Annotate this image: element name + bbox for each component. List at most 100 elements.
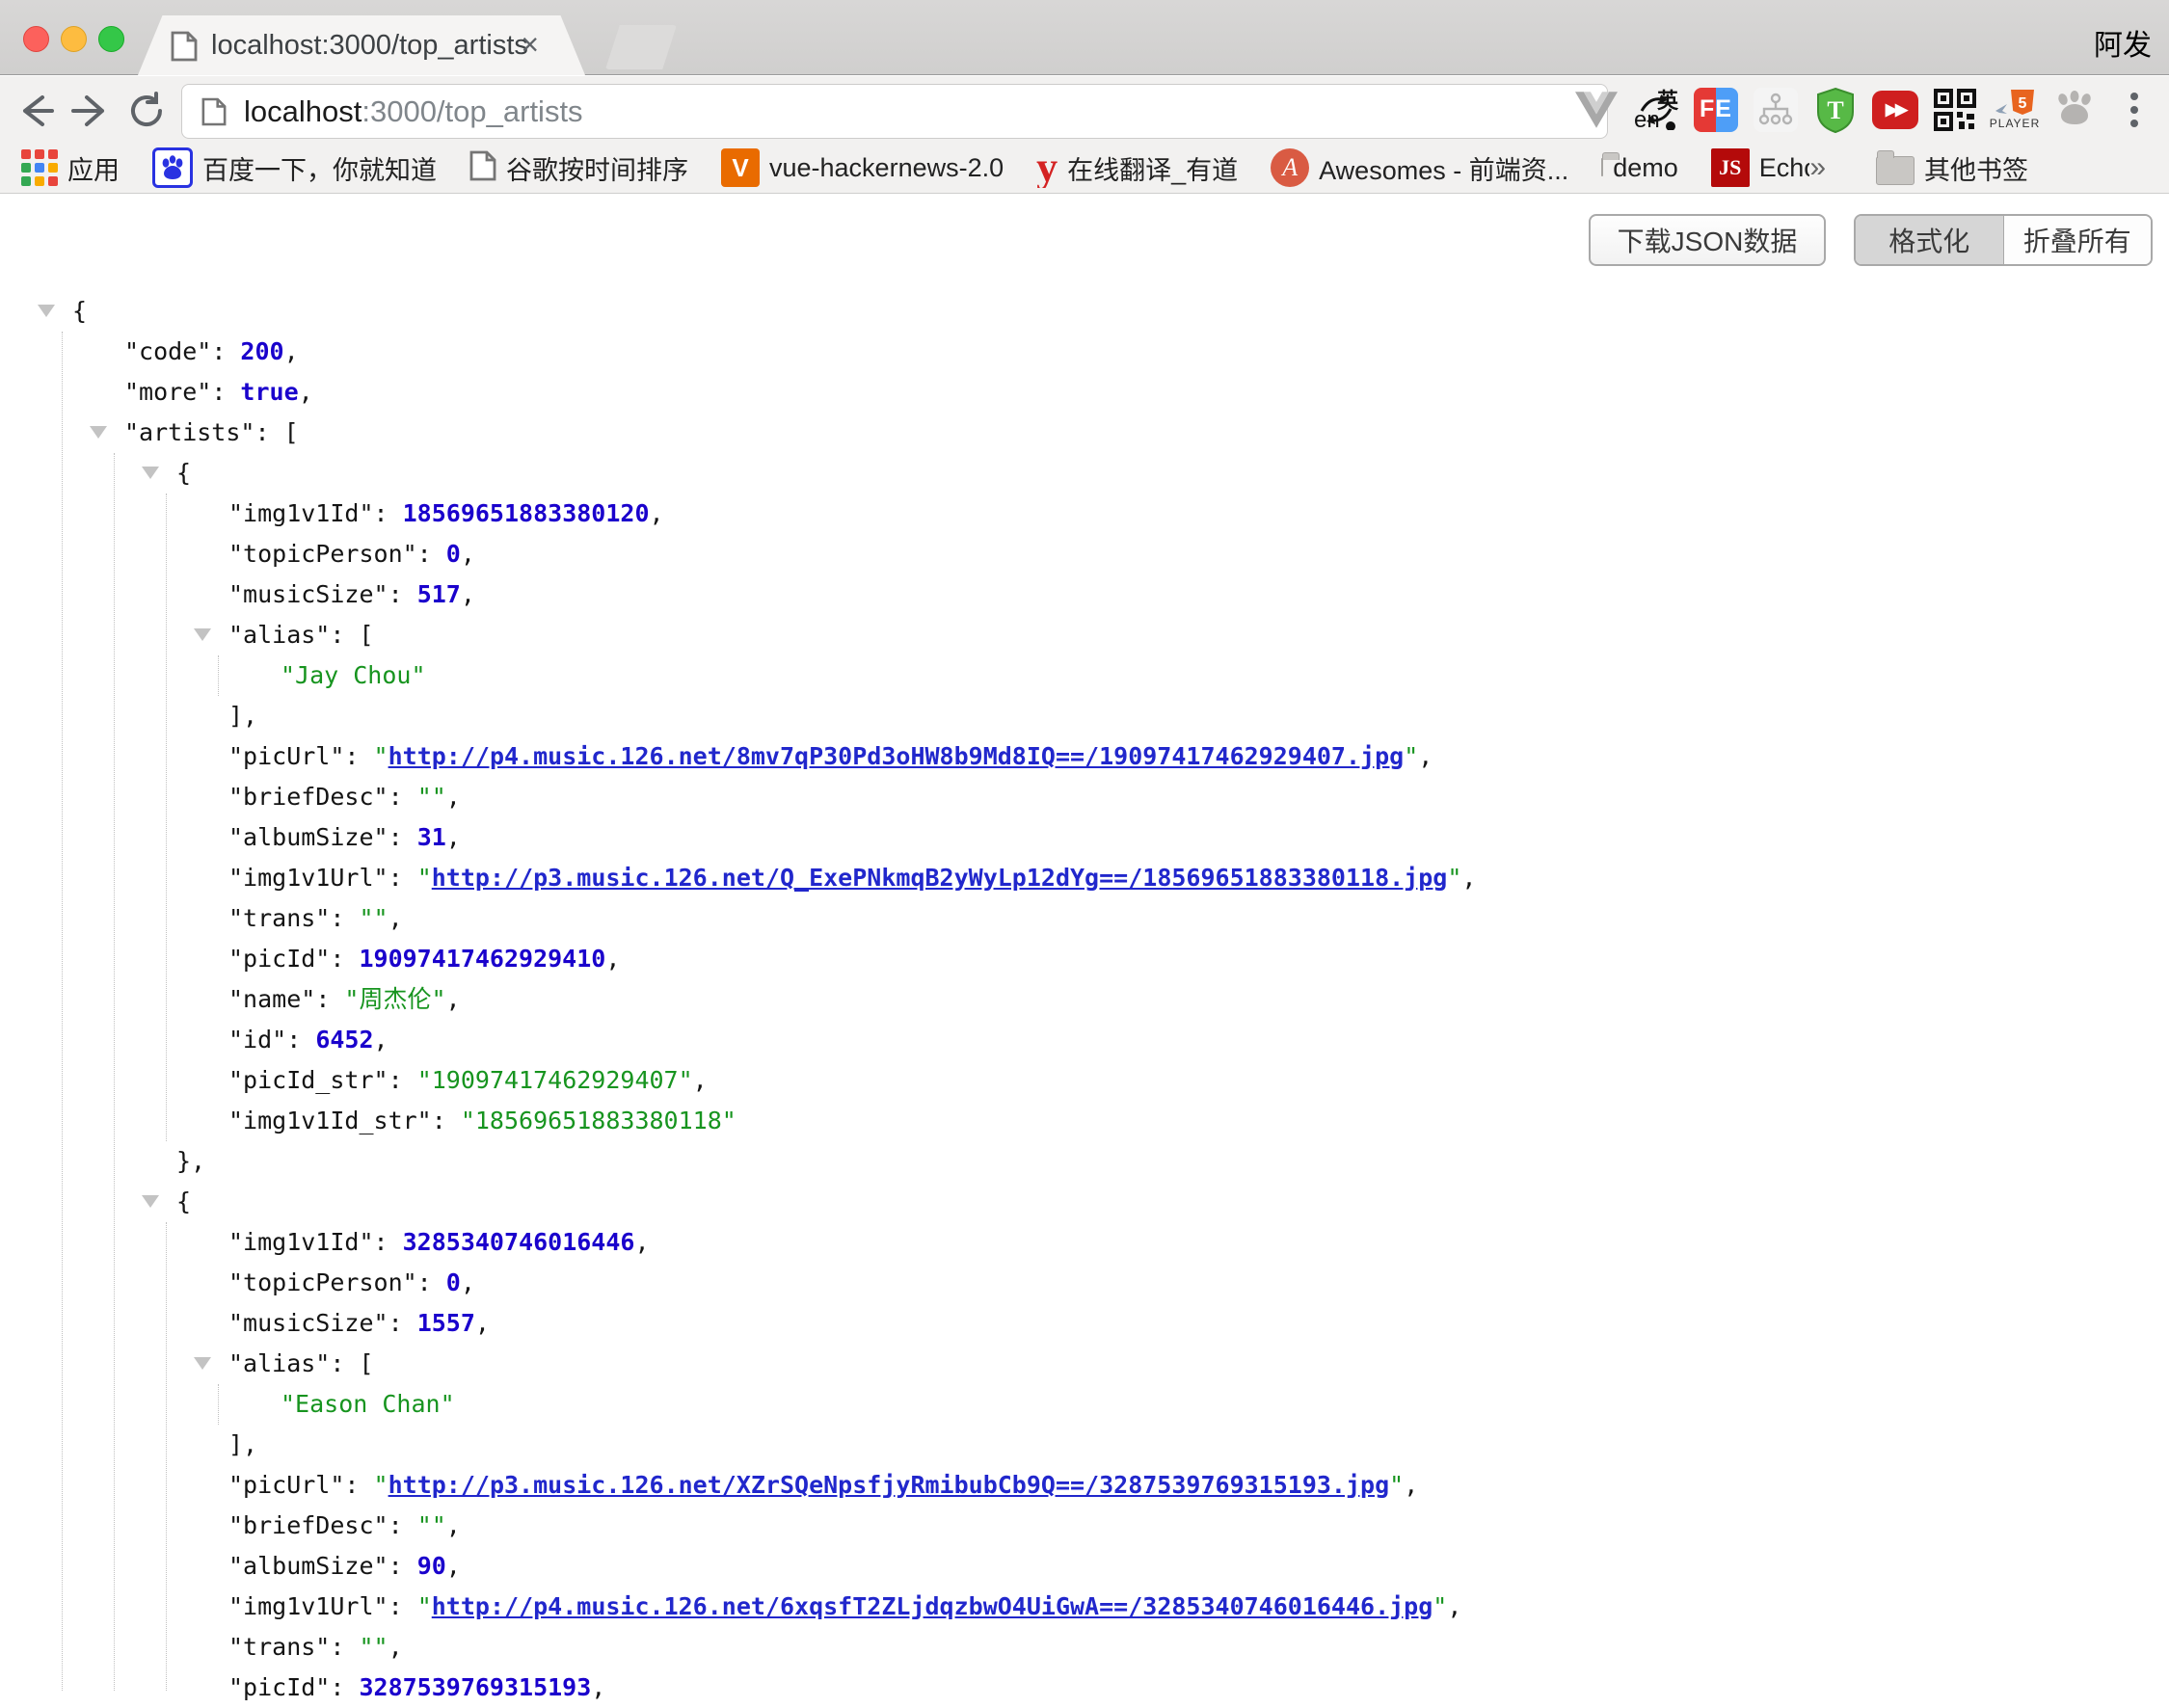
json-string: "19097417462929407" [417,1066,693,1094]
json-number: 517 [417,580,461,608]
bookmarks-list: 应用 百度一下，你就知道 谷歌按时间排序 Vvue-hackernews-2.0 y在… [0,147,1809,188]
json-line: "artists": [ [0,413,2169,453]
collapse-toggle-icon[interactable] [90,426,107,439]
json-punctuation: : [388,1511,417,1539]
back-button[interactable] [15,90,58,132]
json-string: " [374,742,388,770]
bookmark-item[interactable]: Vvue-hackernews-2.0 [721,148,1004,187]
bookmark-item[interactable]: y在线翻译_有道 [1036,148,1238,187]
json-key: "picId" [228,945,330,973]
json-punctuation: : [344,1471,373,1499]
sitemap-icon[interactable] [1753,87,1799,133]
url-page-icon [201,97,227,126]
json-punctuation: , [388,1633,403,1661]
json-url-link[interactable]: http://p4.music.126.net/8mv7qP30Pd3oHW8b… [388,742,1405,770]
json-url-link[interactable]: http://p4.music.126.net/6xqsfT2ZLjdqzbwO… [432,1592,1433,1620]
json-punctuation: ], [228,702,257,730]
json-line: "id": 6452, [0,1020,2169,1060]
bookmark-item[interactable]: JSEcho JS - JavaScri... [1711,148,1810,187]
paw-icon[interactable] [2051,87,2098,133]
json-key: "picId" [228,1673,330,1701]
json-line: "briefDesc": "", [0,777,2169,817]
collapse-toggle-icon[interactable] [194,628,211,641]
json-key: "img1v1Url" [228,1592,388,1620]
json-line: "picUrl": "http://p3.music.126.net/XZrSQ… [0,1465,2169,1506]
browser-tab[interactable]: localhost:3000/top_artists × [138,15,585,75]
collapse-toggle-icon[interactable] [194,1357,211,1370]
json-punctuation: : [432,1107,461,1134]
json-string: " [1447,864,1461,892]
json-number: 6452 [315,1026,373,1054]
profile-name: 阿发 [2094,21,2152,64]
bookmark-label: demo [1613,153,1678,183]
menu-dots-icon[interactable] [2111,87,2157,133]
tab-close-icon[interactable]: × [521,27,539,63]
vue-devtools-icon[interactable] [1573,87,1620,133]
window-zoom-button[interactable] [98,26,124,52]
json-punctuation: , [284,337,299,365]
json-number: 19097417462929410 [359,945,605,973]
bookmark-label: vue-hackernews-2.0 [769,153,1004,183]
fehelper-icon[interactable]: FE [1693,87,1739,133]
bookmarks-overflow-chevron-icon[interactable]: » [1809,151,1826,184]
bookmark-item[interactable]: 谷歌按时间排序 [469,149,688,187]
json-punctuation: , [1461,864,1476,892]
json-key: "img1v1Url" [228,864,388,892]
window-close-button[interactable] [23,26,49,52]
json-url-link[interactable]: http://p3.music.126.net/Q_ExePNkmqB2yWyL… [432,864,1448,892]
qrcode-icon[interactable] [1932,87,1978,133]
json-line: "picId": 19097417462929410, [0,939,2169,979]
json-punctuation: , [446,1511,461,1539]
json-punctuation: , [446,783,461,811]
json-url-link[interactable]: http://p3.music.126.net/XZrSQeNpsfjyRmib… [388,1471,1390,1499]
json-key: "musicSize" [228,1309,388,1337]
download-json-button[interactable]: 下载JSON数据 [1589,214,1826,266]
translate-icon[interactable]: 英 en [1633,87,1679,133]
json-key: "artists" [124,418,254,446]
bookmark-item[interactable]: 应用 [21,149,120,187]
json-string: "周杰伦" [344,985,445,1013]
json-key: "briefDesc" [228,783,388,811]
bookmark-item[interactable]: demo [1601,153,1678,183]
window-minimize-button[interactable] [61,26,87,52]
json-punctuation: : [330,904,359,932]
video-speed-icon[interactable]: ▶▶ [1872,87,1918,133]
bookmark-other-bookmarks[interactable]: 其他书签 [1876,149,2028,187]
bookmark-label: 百度一下，你就知道 [202,149,437,187]
tab-title: localhost:3000/top_artists [211,30,528,62]
json-line: "name": "周杰伦", [0,979,2169,1020]
json-punctuation: : [ [254,418,298,446]
json-punctuation: , [605,945,620,973]
json-string: "" [359,904,388,932]
json-key: "trans" [228,1633,330,1661]
reload-button[interactable] [125,90,168,132]
bookmark-item[interactable]: AAwesomes - 前端资... [1271,148,1568,187]
json-punctuation: , [650,499,664,527]
json-punctuation: , [446,823,461,851]
format-button[interactable]: 格式化 [1856,216,2004,264]
bookmarks-bar: 应用 百度一下，你就知道 谷歌按时间排序 Vvue-hackernews-2.0 y在… [0,143,2169,194]
forward-button[interactable] [69,90,112,132]
collapse-all-button[interactable]: 折叠所有 [2004,216,2152,264]
collapse-toggle-icon[interactable] [142,1195,159,1208]
json-punctuation: : [211,378,240,406]
collapse-toggle-icon[interactable] [142,467,159,479]
json-punctuation: , [591,1673,605,1701]
json-line: "img1v1Id": 3285340746016446, [0,1222,2169,1263]
json-number: 0 [446,1268,461,1296]
html5-player-icon[interactable]: 5 PLAYER [1992,87,2038,133]
json-punctuation: , [461,1268,475,1296]
json-number: 1557 [417,1309,475,1337]
json-punctuation: : [ [330,1349,373,1377]
json-line: { [0,291,2169,332]
bookmark-item[interactable]: 百度一下，你就知道 [152,147,437,188]
bookmark-label: 谷歌按时间排序 [506,149,688,187]
url-bar[interactable]: localhost:3000/top_artists [181,84,1608,139]
json-punctuation: : [417,1268,446,1296]
json-punctuation: : [388,1592,417,1620]
new-tab-button[interactable] [605,25,677,69]
collapse-toggle-icon[interactable] [38,305,55,317]
tampermonkey-icon[interactable]: T [1812,87,1859,133]
json-key: "trans" [228,904,330,932]
json-string: "" [417,1511,446,1539]
